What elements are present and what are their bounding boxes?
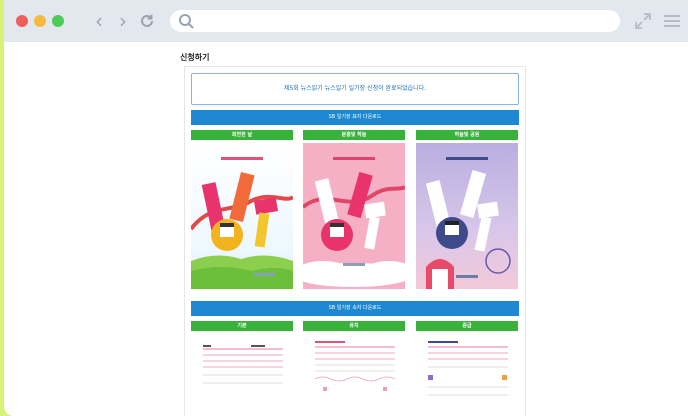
search-icon [179, 14, 194, 29]
inner-label-2[interactable]: 유치 [303, 321, 405, 331]
cover-thumbnail-1[interactable] [191, 143, 293, 289]
url-input[interactable] [200, 12, 614, 32]
inner-thumbnail-2[interactable] [303, 335, 405, 411]
cover-label-1[interactable]: 회전한 날 [191, 130, 293, 140]
cover-label-2[interactable]: 분홍빛 하늘 [303, 130, 405, 140]
page-title: 신청하기 [180, 53, 210, 62]
inner-thumbnail-1[interactable] [191, 335, 293, 411]
expand-icon[interactable] [634, 12, 652, 30]
inner-label-3[interactable]: 중급 [416, 321, 518, 331]
maximize-window-button[interactable] [52, 15, 64, 27]
forward-arrow-icon[interactable]: › [114, 10, 132, 32]
cover-label-3[interactable]: 하늘빛 공원 [416, 130, 518, 140]
reload-icon[interactable] [138, 10, 156, 32]
hamburger-menu-icon[interactable] [664, 13, 680, 29]
browser-titlebar: ‹ › [4, 0, 688, 42]
page-content: 신청하기 제5회 뉴스읽기 뉴스일기 일기장 신청이 완료되었습니다. SB 일… [4, 42, 688, 416]
address-bar[interactable] [170, 10, 620, 32]
inner-label-1[interactable]: 기본 [191, 321, 293, 331]
cover-thumbnail-3[interactable] [416, 143, 518, 289]
cover-thumbnail-2[interactable] [303, 143, 405, 289]
inner-download-header[interactable]: SB 일기장 속지 다운로드 [191, 301, 519, 316]
close-window-button[interactable] [16, 15, 28, 27]
inner-thumbnail-3[interactable] [416, 335, 518, 411]
completion-notice: 제5회 뉴스읽기 뉴스일기 일기장 신청이 완료되었습니다. [191, 73, 519, 105]
cover-download-header[interactable]: SB 일기장 표지 다운로드 [191, 110, 519, 125]
result-panel: 제5회 뉴스읽기 뉴스일기 일기장 신청이 완료되었습니다. SB 일기장 표지… [184, 66, 526, 416]
browser-window: ‹ › 신청하기 제5회 뉴스읽기 뉴스일기 일기장 신청이 완료되었습니다. … [4, 0, 688, 416]
back-arrow-icon[interactable]: ‹ [90, 10, 108, 32]
minimize-window-button[interactable] [34, 15, 46, 27]
